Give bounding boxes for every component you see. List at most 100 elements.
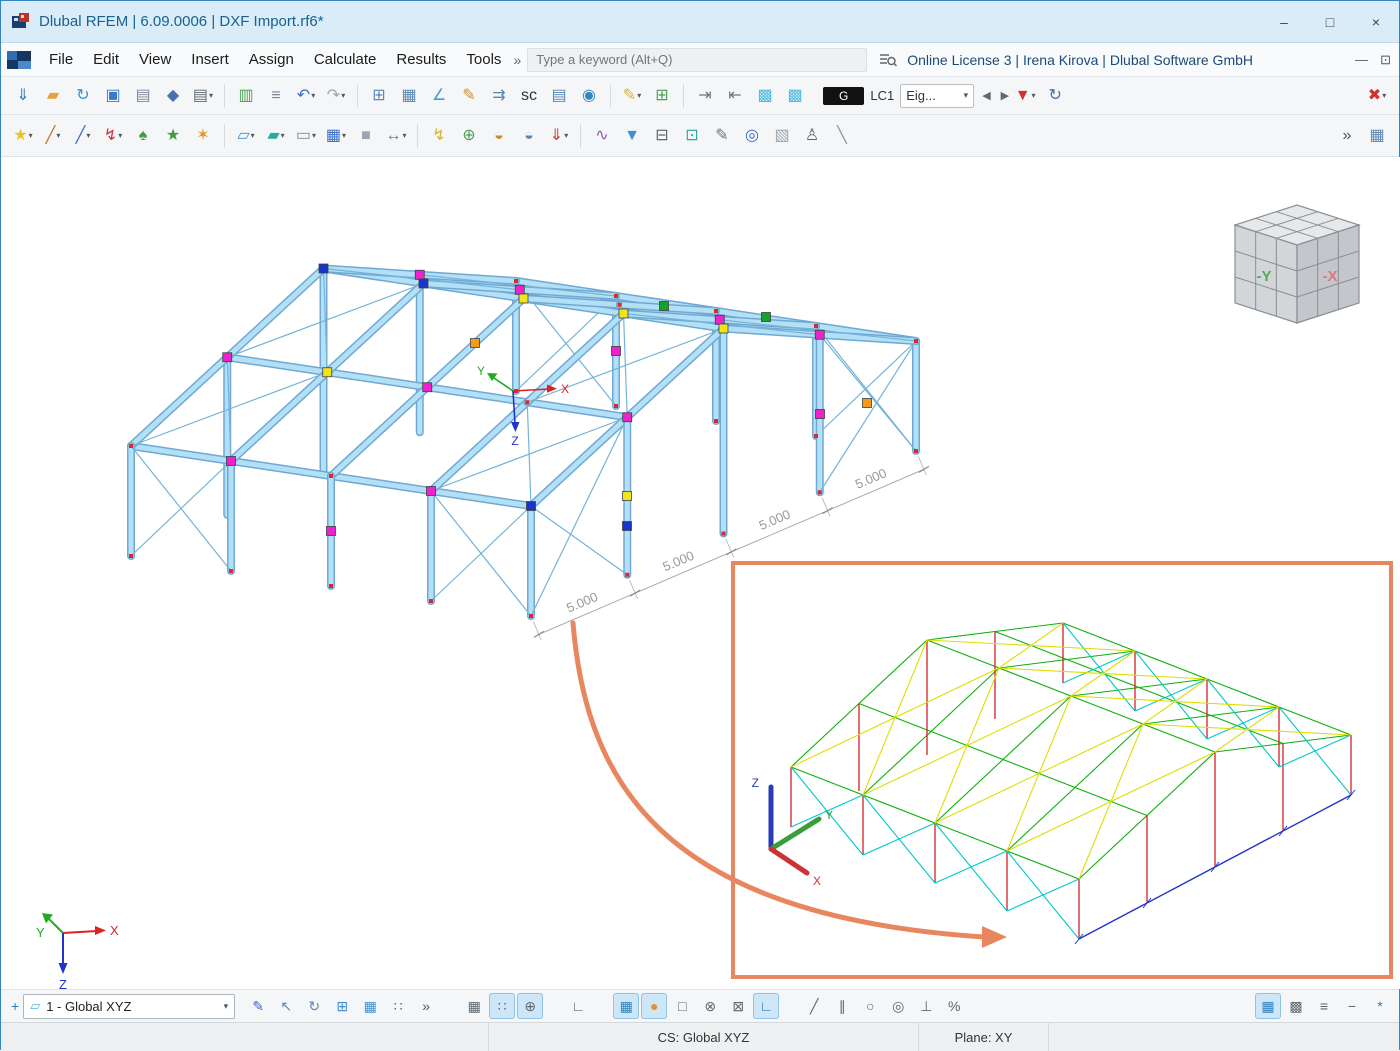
snap-on-icon[interactable]: ▦▾ bbox=[613, 993, 639, 1019]
menu-assign[interactable]: Assign bbox=[239, 47, 304, 72]
snap-intersection-icon[interactable]: ⊗▾ bbox=[697, 993, 723, 1019]
save-icon[interactable]: ◆▾ bbox=[159, 82, 187, 110]
snap-lock-icon[interactable]: ●▾ bbox=[641, 993, 667, 1019]
web-service-icon[interactable]: ◉▾ bbox=[575, 82, 603, 110]
main-viewport[interactable]: 5.0005.0005.0005.000XYZXYZ-Y-XZYX bbox=[1, 157, 1400, 989]
load-case-combo[interactable]: Eig... ▾ bbox=[900, 84, 974, 108]
snap-perpendicular-icon[interactable]: ∟▾ bbox=[753, 993, 779, 1019]
grid-adapt-icon[interactable]: ▩▾ bbox=[1283, 993, 1309, 1019]
new-surface-icon[interactable]: ▱▾ bbox=[232, 122, 260, 150]
menu-edit[interactable]: Edit bbox=[83, 47, 129, 72]
table-next-icon[interactable]: ⇉▾ bbox=[485, 82, 513, 110]
snap-nearest-icon[interactable]: ⊥▾ bbox=[913, 993, 939, 1019]
menu-file[interactable]: File bbox=[39, 47, 83, 72]
orbit-icon[interactable]: ↻▾ bbox=[1041, 82, 1069, 110]
table-edit-icon[interactable]: ✎▾ bbox=[455, 82, 483, 110]
nodal-support-icon[interactable]: ↯▾ bbox=[425, 122, 453, 150]
snap-grid-icon[interactable]: ▦▾ bbox=[461, 993, 487, 1019]
table-toggle-icon[interactable]: ▦▾ bbox=[1363, 122, 1391, 150]
new-member-icon[interactable]: ♠▾ bbox=[129, 122, 157, 150]
import-model-icon[interactable]: ⇓▾ bbox=[9, 82, 37, 110]
keyword-search-input[interactable] bbox=[527, 48, 867, 72]
snap-zoom-icon[interactable]: ⊕▾ bbox=[517, 993, 543, 1019]
print-icon[interactable]: ▤▾ bbox=[189, 82, 217, 110]
new-block-icon[interactable]: ▦▾ bbox=[322, 122, 350, 150]
snap-circle-icon[interactable]: ◎▾ bbox=[885, 993, 911, 1019]
edit-section-icon[interactable]: ✎▾ bbox=[618, 82, 646, 110]
edit-cs-icon[interactable]: ✎▾ bbox=[245, 993, 271, 1019]
view-cube[interactable]: -Y-X bbox=[1235, 205, 1359, 323]
search-lists-icon[interactable] bbox=[879, 52, 897, 68]
work-plane-grid-icon[interactable]: ▦▾ bbox=[357, 993, 383, 1019]
menu-tools[interactable]: Tools bbox=[456, 47, 511, 72]
render-mode-icon[interactable]: ▩▾ bbox=[751, 82, 779, 110]
imperfection-icon[interactable]: ∿▾ bbox=[588, 122, 616, 150]
work-plane-xy-icon[interactable]: ⊞▾ bbox=[329, 993, 355, 1019]
snap-percent-icon[interactable]: %▾ bbox=[941, 993, 967, 1019]
new-node-icon[interactable]: ★▾ bbox=[9, 122, 37, 150]
open-model-icon[interactable]: ▰▾ bbox=[39, 82, 67, 110]
filter-view-icon[interactable]: ▼▾ bbox=[618, 122, 646, 150]
bottom-overflow-icon[interactable]: »▾ bbox=[413, 993, 439, 1019]
copy-block-icon[interactable]: ■▾ bbox=[352, 122, 380, 150]
menu-results[interactable]: Results bbox=[386, 47, 456, 72]
result-beam-icon[interactable]: ⊡▾ bbox=[678, 122, 706, 150]
new-line-type-icon[interactable]: ╱▾ bbox=[69, 122, 97, 150]
next-load-case-button[interactable]: ▶ bbox=[999, 87, 1011, 104]
menu-view[interactable]: View bbox=[129, 47, 181, 72]
insert-cell-icon[interactable]: ⊞▾ bbox=[648, 82, 676, 110]
snap-tangent-icon[interactable]: ○▾ bbox=[857, 993, 883, 1019]
restore-panel-icon[interactable]: ⊡ bbox=[1380, 52, 1391, 68]
member-set-icon[interactable]: ★▾ bbox=[159, 122, 187, 150]
snap-line-icon[interactable]: ╱▾ bbox=[801, 993, 827, 1019]
printout-icon[interactable]: ≡▾ bbox=[262, 82, 290, 110]
filter-loads-icon[interactable]: ▼▾ bbox=[1011, 82, 1039, 110]
object-snap-settings-icon[interactable]: *▾ bbox=[1367, 993, 1393, 1019]
maximize-button[interactable]: □ bbox=[1307, 1, 1353, 42]
menu-overflow-icon[interactable]: » bbox=[513, 52, 521, 68]
export-table-icon[interactable]: ⇤▾ bbox=[721, 82, 749, 110]
coordinate-system-select[interactable]: ▱ 1 - Global XYZ ▾ bbox=[23, 994, 235, 1019]
toolbar-overflow-icon[interactable]: »▾ bbox=[1333, 122, 1361, 150]
table-sc-icon[interactable]: sc▾ bbox=[515, 82, 543, 110]
cs-move-icon[interactable]: ↖▾ bbox=[273, 993, 299, 1019]
render-icon[interactable]: ▧▾ bbox=[768, 122, 796, 150]
new-opening-icon[interactable]: ▭▾ bbox=[292, 122, 320, 150]
snap-center-icon[interactable]: ⊠▾ bbox=[725, 993, 751, 1019]
snap-box-icon[interactable]: □▾ bbox=[669, 993, 695, 1019]
report-icon[interactable]: ▥▾ bbox=[232, 82, 260, 110]
new-solid-icon[interactable]: ▰▾ bbox=[262, 122, 290, 150]
guidelines-icon[interactable]: ∟▾ bbox=[565, 993, 591, 1019]
redo-icon[interactable]: ↷▾ bbox=[322, 82, 350, 110]
menu-insert[interactable]: Insert bbox=[181, 47, 239, 72]
clear-results-icon[interactable]: ✖▾ bbox=[1363, 82, 1391, 110]
minimize-button[interactable]: – bbox=[1261, 1, 1307, 42]
new-line-icon[interactable]: ╱▾ bbox=[39, 122, 67, 150]
previous-load-case-button[interactable]: ◀ bbox=[980, 87, 992, 104]
import-table-icon[interactable]: ⇥▾ bbox=[691, 82, 719, 110]
undo-icon[interactable]: ↶▾ bbox=[292, 82, 320, 110]
close-button[interactable]: × bbox=[1353, 1, 1399, 42]
grid-display-icon[interactable]: ▦▾ bbox=[1255, 993, 1281, 1019]
measure-icon[interactable]: ╲▾ bbox=[828, 122, 856, 150]
layers-icon[interactable]: ≡▾ bbox=[1311, 993, 1337, 1019]
new-load-icon[interactable]: ⇓▾ bbox=[545, 122, 573, 150]
print-graphic-icon[interactable]: ▤▾ bbox=[129, 82, 157, 110]
grid-settings-icon[interactable]: ∷▾ bbox=[385, 993, 411, 1019]
self-weight-badge[interactable]: G bbox=[823, 87, 864, 105]
structure-generate-icon[interactable]: ✶▾ bbox=[189, 122, 217, 150]
solid-display-icon[interactable]: ▩▾ bbox=[781, 82, 809, 110]
table-grid-icon[interactable]: ▦▾ bbox=[395, 82, 423, 110]
table-icon[interactable]: ⊞▾ bbox=[365, 82, 393, 110]
cs-rotate-icon[interactable]: ↻▾ bbox=[301, 993, 327, 1019]
notes-icon[interactable]: ✎▾ bbox=[708, 122, 736, 150]
walk-mode-icon[interactable]: ♙▾ bbox=[798, 122, 826, 150]
diagram-icon[interactable]: ∠▾ bbox=[425, 82, 453, 110]
new-polyline-icon[interactable]: ↯▾ bbox=[99, 122, 127, 150]
menu-calculate[interactable]: Calculate bbox=[304, 47, 387, 72]
line-support-icon[interactable]: ⊕▾ bbox=[455, 122, 483, 150]
member-hinge-icon[interactable]: ◒▾ bbox=[485, 122, 513, 150]
snap-points-icon[interactable]: ∷▾ bbox=[489, 993, 515, 1019]
table-list-icon[interactable]: ▤▾ bbox=[545, 82, 573, 110]
navigator-icon[interactable]: ▣▾ bbox=[99, 82, 127, 110]
